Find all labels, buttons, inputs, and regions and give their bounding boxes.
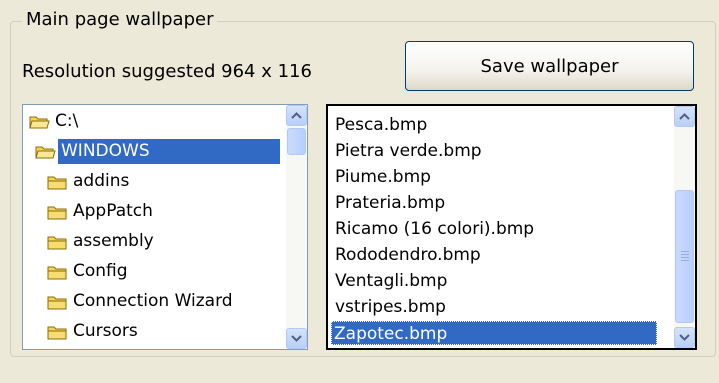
open-folder-icon	[29, 114, 50, 130]
folder-icon	[47, 294, 68, 310]
directory-item-label: AppPatch	[73, 201, 153, 221]
open-folder-icon	[35, 144, 56, 160]
directory-item-label: Connection Wizard	[73, 291, 233, 311]
file-item[interactable]: Pietra verde.bmp	[333, 139, 484, 163]
file-item[interactable]: vstripes.bmp	[333, 295, 448, 319]
directory-item-label: Cursors	[73, 321, 138, 341]
directory-item[interactable]: addins	[47, 168, 132, 195]
directory-item[interactable]: assembly	[47, 228, 157, 255]
directory-item-label: Config	[73, 261, 128, 281]
chevron-up-icon	[291, 112, 302, 119]
directory-item[interactable]: Config	[47, 258, 131, 285]
file-scrollbar[interactable]	[674, 106, 695, 348]
folder-icon	[47, 264, 68, 280]
directory-item-label: C:\	[55, 111, 79, 131]
directory-item[interactable]: AppPatch	[47, 198, 156, 225]
folder-icon	[47, 174, 68, 190]
chevron-up-icon	[679, 113, 690, 120]
directory-item[interactable]: Cursors	[47, 318, 141, 345]
file-item[interactable]: Piume.bmp	[333, 165, 433, 189]
resolution-label: Resolution suggested 964 x 116	[22, 61, 312, 82]
scroll-thumb[interactable]	[675, 190, 694, 323]
file-item[interactable]: Ventagli.bmp	[333, 269, 449, 293]
file-item[interactable]: Zapotec.bmp	[331, 321, 657, 345]
groupbox-title: Main page wallpaper	[22, 9, 218, 31]
save-wallpaper-button[interactable]: Save wallpaper	[405, 41, 694, 91]
directory-scrollbar[interactable]	[286, 105, 307, 349]
scroll-thumb[interactable]	[287, 128, 306, 155]
directory-item[interactable]: Connection Wizard	[47, 288, 236, 315]
directory-item[interactable]: C:\	[29, 108, 81, 135]
chevron-down-icon	[679, 334, 690, 341]
directory-item-label: assembly	[73, 231, 154, 251]
chevron-down-icon	[291, 335, 302, 342]
folder-icon	[47, 324, 68, 340]
scroll-up-button[interactable]	[674, 106, 695, 127]
file-item[interactable]: Ricamo (16 colori).bmp	[333, 217, 536, 241]
scroll-up-button[interactable]	[286, 105, 307, 126]
directory-item-label: WINDOWS	[58, 139, 280, 164]
file-item[interactable]: Pesca.bmp	[333, 113, 429, 137]
directory-list[interactable]: C:\ WINDOWS addins AppPatch assembly Config Co…	[22, 104, 308, 350]
file-item[interactable]: Prateria.bmp	[333, 191, 447, 215]
directory-item-label: addins	[73, 171, 130, 191]
scroll-down-button[interactable]	[286, 328, 307, 349]
file-list[interactable]: Pesca.bmp Pietra verde.bmp Piume.bmp Prater…	[326, 104, 697, 350]
file-item[interactable]: Rododendro.bmp	[333, 243, 483, 267]
folder-icon	[47, 204, 68, 220]
folder-icon	[47, 234, 68, 250]
scroll-down-button[interactable]	[674, 327, 695, 348]
directory-item[interactable]: WINDOWS	[35, 138, 280, 165]
